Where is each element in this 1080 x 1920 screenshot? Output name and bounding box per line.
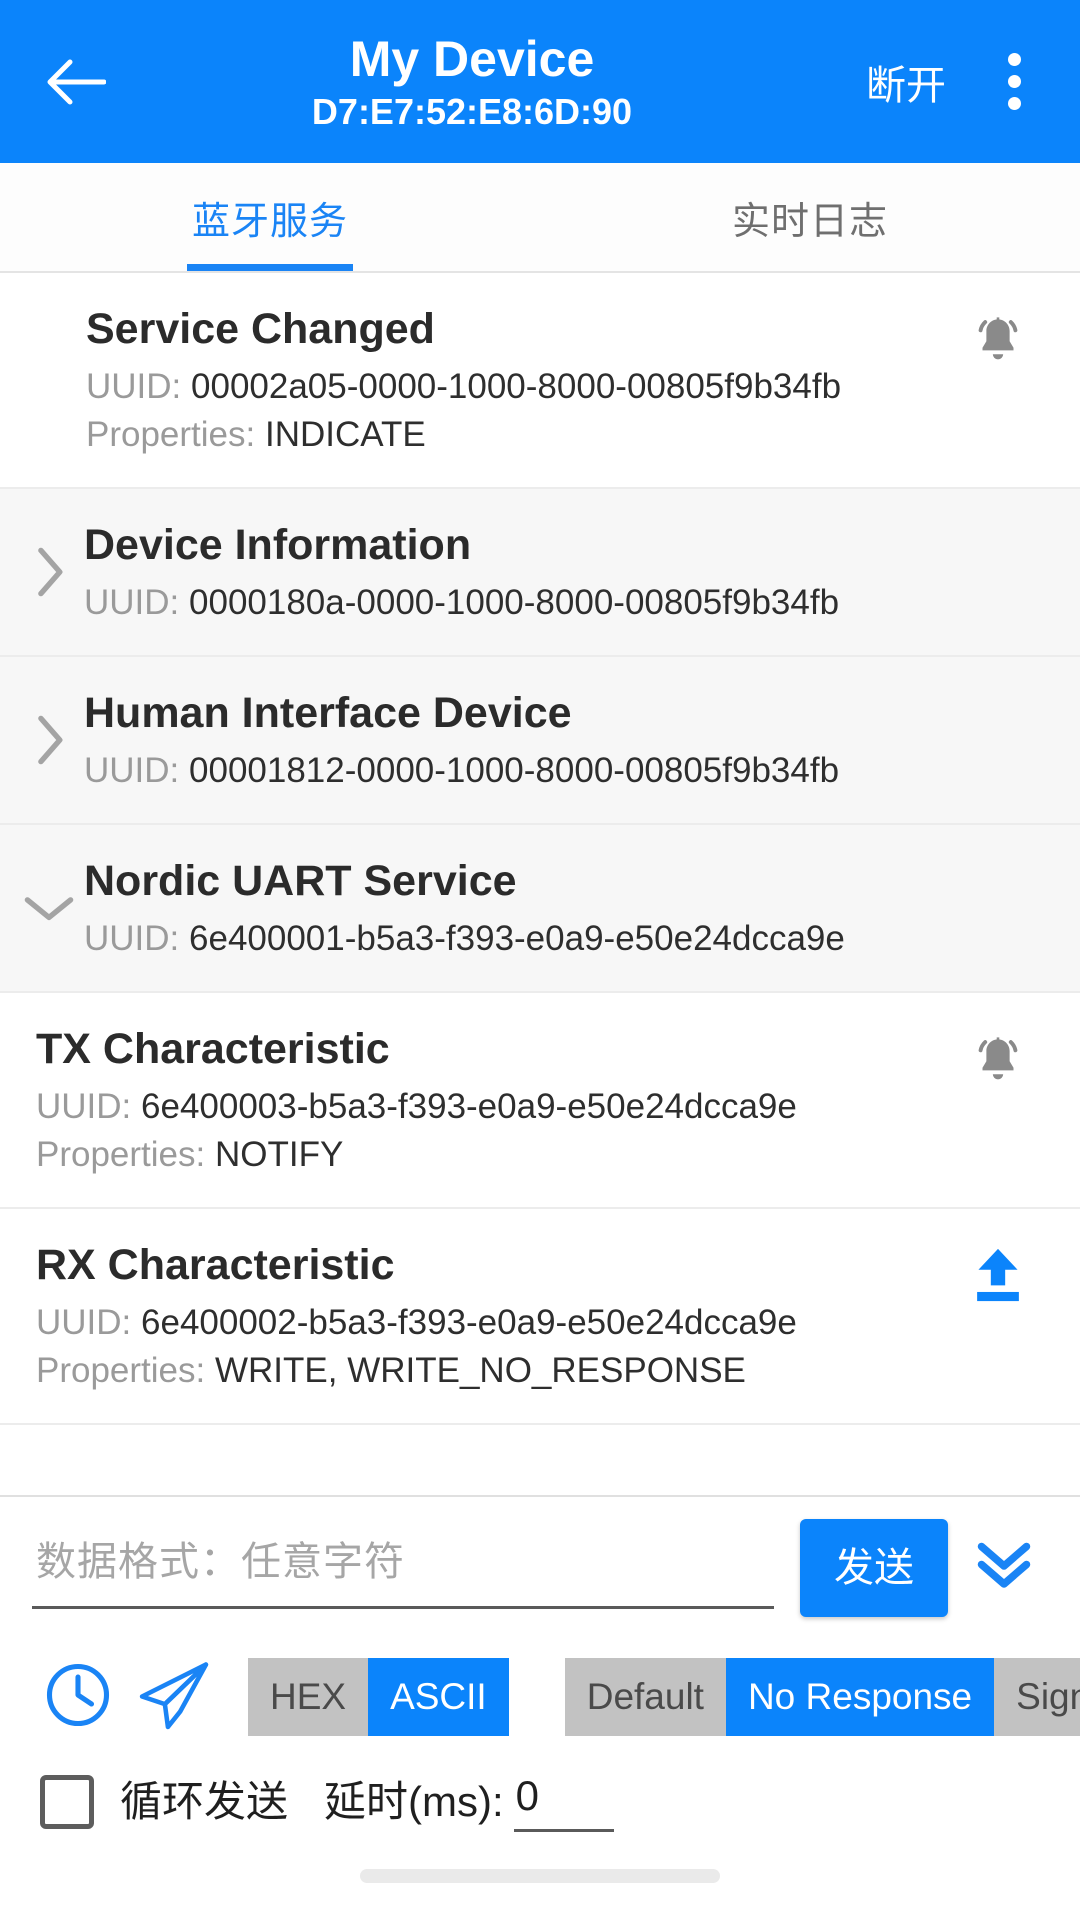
list-item-title: Service Changed xyxy=(86,305,435,353)
list-item[interactable]: Human Interface Device UUID: 00001812-00… xyxy=(0,657,1080,825)
uuid-value: 0000180a-0000-1000-8000-00805f9b34fb xyxy=(189,583,840,622)
list-item[interactable]: Nordic UART Service UUID: 6e400001-b5a3-… xyxy=(0,825,1080,993)
loop-send-row: 循环发送 延时(ms): 0 xyxy=(0,1745,1080,1832)
list-item-body: Service Changed UUID: 00002a05-0000-1000… xyxy=(36,301,950,459)
notifications-active-bell-icon xyxy=(967,309,1029,376)
write-button[interactable] xyxy=(950,1237,1046,1310)
chevron-right-icon[interactable] xyxy=(14,545,84,599)
list-item-body: TX Characteristic UUID: 6e400003-b5a3-f3… xyxy=(36,1021,950,1179)
uuid-value: 00001812-0000-1000-8000-00805f9b34fb xyxy=(189,751,840,790)
tab-realtime-log[interactable]: 实时日志 xyxy=(540,163,1080,271)
paper-plane-icon xyxy=(134,1657,214,1738)
list-item[interactable]: Service Changed UUID: 00002a05-0000-1000… xyxy=(0,273,1080,489)
send-tool-row: HEX ASCII Default No Response Signed xyxy=(0,1627,1080,1745)
system-navigation-bar xyxy=(0,1832,1080,1920)
properties-label: Properties: xyxy=(36,1351,206,1390)
list-item-title: TX Characteristic xyxy=(36,1025,390,1073)
list-item[interactable]: TX Characteristic UUID: 6e400003-b5a3-f3… xyxy=(0,993,1080,1209)
app-bar: My Device D7:E7:52:E8:6D:90 断开 xyxy=(0,0,1080,163)
properties-label: Properties: xyxy=(86,415,256,454)
device-address: D7:E7:52:E8:6D:90 xyxy=(311,90,633,132)
list-item-body: Nordic UART Service UUID: 6e400001-b5a3-… xyxy=(84,853,1046,963)
tab-bar: 蓝牙服务 实时日志 xyxy=(0,163,1080,273)
back-button[interactable] xyxy=(28,34,124,130)
properties-value: NOTIFY xyxy=(214,1135,344,1174)
properties-value: WRITE, WRITE_NO_RESPONSE xyxy=(214,1351,746,1390)
uuid-value: 6e400003-b5a3-f393-e0a9-e50e24dcca9e xyxy=(141,1087,797,1126)
notify-toggle-button[interactable] xyxy=(950,1021,1046,1096)
list-item-body: Device Information UUID: 0000180a-0000-1… xyxy=(84,517,1046,627)
segment-ascii[interactable]: ASCII xyxy=(368,1658,509,1736)
uuid-value: 6e400002-b5a3-f393-e0a9-e50e24dcca9e xyxy=(141,1303,797,1342)
clock-icon xyxy=(42,1659,114,1736)
more-vertical-icon[interactable] xyxy=(976,34,1052,130)
list-item-properties: Properties: NOTIFY xyxy=(36,1131,950,1179)
list-item-properties: Properties: INDICATE xyxy=(86,411,950,459)
uuid-label: UUID: xyxy=(86,367,182,406)
segment-default[interactable]: Default xyxy=(564,1658,726,1736)
arrow-left-icon xyxy=(46,56,106,108)
delay-input[interactable]: 0 xyxy=(513,1771,614,1832)
quick-send-button[interactable] xyxy=(126,1649,222,1745)
uuid-label: UUID: xyxy=(84,919,180,958)
loop-send-checkbox[interactable] xyxy=(40,1774,94,1829)
list-item-uuid: UUID: 00002a05-0000-1000-8000-00805f9b34… xyxy=(86,363,950,411)
uuid-label: UUID: xyxy=(36,1303,132,1342)
title-block: My Device D7:E7:52:E8:6D:90 xyxy=(114,30,860,134)
overflow-dot xyxy=(1007,53,1021,66)
list-item-uuid: UUID: 6e400001-b5a3-f393-e0a9-e50e24dcca… xyxy=(84,915,1046,963)
list-item-body: Human Interface Device UUID: 00001812-00… xyxy=(84,685,1046,795)
list-item-title: RX Characteristic xyxy=(36,1241,395,1289)
send-data-placeholder: 数据格式：任意字符 xyxy=(36,1539,405,1584)
send-panel: 数据格式：任意字符 发送 HEX ASCII Default No Respon… xyxy=(0,1495,1080,1832)
upload-arrow-icon xyxy=(969,1245,1027,1310)
send-input-row: 数据格式：任意字符 发送 xyxy=(0,1497,1080,1627)
chevron-right-icon[interactable] xyxy=(14,713,84,767)
uuid-label: UUID: xyxy=(84,751,180,790)
segment-signed[interactable]: Signed xyxy=(994,1658,1080,1736)
send-button[interactable]: 发送 xyxy=(800,1519,948,1617)
list-item-uuid: UUID: 6e400002-b5a3-f393-e0a9-e50e24dcca… xyxy=(36,1299,950,1347)
properties-label: Properties: xyxy=(36,1135,206,1174)
write-type-segmented-control: Default No Response Signed xyxy=(564,1658,1080,1736)
uuid-value: 00002a05-0000-1000-8000-00805f9b34fb xyxy=(191,367,842,406)
history-button[interactable] xyxy=(30,1649,126,1745)
list-item-title: Human Interface Device xyxy=(84,689,572,737)
service-list[interactable]: Service Changed UUID: 00002a05-0000-1000… xyxy=(0,273,1080,1495)
send-data-input[interactable]: 数据格式：任意字符 xyxy=(32,1528,774,1609)
list-item-body: RX Characteristic UUID: 6e400002-b5a3-f3… xyxy=(36,1237,950,1395)
tab-label: 实时日志 xyxy=(731,200,888,243)
list-item-uuid: UUID: 00001812-0000-1000-8000-00805f9b34… xyxy=(84,747,1046,795)
notifications-active-bell-icon xyxy=(967,1029,1029,1096)
uuid-value: 6e400001-b5a3-f393-e0a9-e50e24dcca9e xyxy=(189,919,845,958)
segment-hex[interactable]: HEX xyxy=(248,1658,369,1736)
data-format-segmented-control: HEX ASCII xyxy=(248,1658,509,1736)
expand-panel-button[interactable] xyxy=(956,1536,1052,1601)
segment-no-response[interactable]: No Response xyxy=(725,1658,995,1736)
properties-value: INDICATE xyxy=(264,415,426,454)
list-item-uuid: UUID: 6e400003-b5a3-f393-e0a9-e50e24dcca… xyxy=(36,1083,950,1131)
list-item-uuid: UUID: 0000180a-0000-1000-8000-00805f9b34… xyxy=(84,579,1046,627)
overflow-dot xyxy=(1007,97,1021,110)
gesture-pill[interactable] xyxy=(360,1869,720,1883)
delay-value: 0 xyxy=(515,1772,540,1819)
uuid-label: UUID: xyxy=(84,583,180,622)
notify-toggle-button[interactable] xyxy=(950,301,1046,376)
bluetooth-device-screen: My Device D7:E7:52:E8:6D:90 断开 蓝牙服务 实时日志… xyxy=(0,0,1080,1920)
device-name: My Device xyxy=(349,30,595,87)
double-chevron-down-icon xyxy=(971,1536,1037,1601)
delay-label: 延时(ms): xyxy=(324,1777,504,1825)
tab-label: 蓝牙服务 xyxy=(191,200,348,243)
list-item[interactable]: RX Characteristic UUID: 6e400002-b5a3-f3… xyxy=(0,1209,1080,1425)
list-item-title: Nordic UART Service xyxy=(84,857,517,905)
uuid-label: UUID: xyxy=(36,1087,132,1126)
loop-send-label: 循环发送 xyxy=(120,1777,289,1825)
tab-bluetooth-services[interactable]: 蓝牙服务 xyxy=(0,163,540,271)
overflow-dot xyxy=(1007,75,1021,88)
disconnect-button[interactable]: 断开 xyxy=(860,43,952,121)
chevron-down-icon[interactable] xyxy=(14,891,84,925)
list-item-properties: Properties: WRITE, WRITE_NO_RESPONSE xyxy=(36,1347,950,1395)
list-item[interactable]: Device Information UUID: 0000180a-0000-1… xyxy=(0,489,1080,657)
list-item-title: Device Information xyxy=(84,521,472,569)
